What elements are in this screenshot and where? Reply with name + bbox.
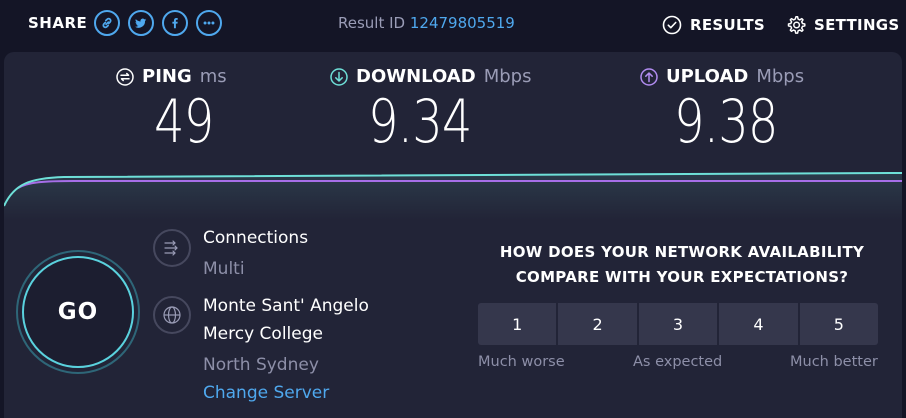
more-icon[interactable] xyxy=(196,10,222,36)
twitter-icon[interactable] xyxy=(128,10,154,36)
rating-option-1[interactable]: 1 xyxy=(478,303,557,345)
connections-title: Connections xyxy=(203,228,309,248)
rating-option-5[interactable]: 5 xyxy=(799,303,879,345)
gear-icon xyxy=(787,16,806,34)
result-id: Result ID 12479805519 xyxy=(338,14,515,32)
upload-value: 9.38 xyxy=(674,87,778,157)
upload-label: UPLOAD xyxy=(666,66,749,87)
settings-label: SETTINGS xyxy=(814,16,900,34)
result-id-link[interactable]: 12479805519 xyxy=(410,14,515,32)
server-name-line1: Monte Sant' Angelo xyxy=(203,296,369,316)
rating-option-2[interactable]: 2 xyxy=(558,303,637,345)
link-icon[interactable] xyxy=(94,10,120,36)
upload-metric: UPLOAD Mbps 9.38 xyxy=(640,66,804,157)
facebook-icon[interactable] xyxy=(162,10,188,36)
change-server-link[interactable]: Change Server xyxy=(203,383,329,403)
scale-low-label: Much worse xyxy=(478,354,565,370)
go-button[interactable]: GO xyxy=(22,256,134,368)
server-location: North Sydney xyxy=(203,355,319,375)
rating-option-3[interactable]: 3 xyxy=(638,303,718,345)
go-button-wrap: GO xyxy=(16,250,140,374)
download-metric: DOWNLOAD Mbps 9.34 xyxy=(330,66,531,157)
connections-icon xyxy=(153,229,191,267)
globe-icon xyxy=(153,296,191,334)
share-label: SHARE xyxy=(28,14,88,32)
rating-scale: 1 2 3 4 5 xyxy=(478,303,879,345)
upload-unit: Mbps xyxy=(756,66,805,87)
speed-graph xyxy=(4,172,902,220)
download-label: DOWNLOAD xyxy=(356,66,476,87)
ping-label: PING xyxy=(142,66,192,87)
results-button[interactable]: RESULTS xyxy=(662,15,765,35)
server-name-line2: Mercy College xyxy=(203,324,323,344)
scale-mid-label: As expected xyxy=(633,354,723,370)
upload-icon xyxy=(640,67,658,86)
download-unit: Mbps xyxy=(483,66,532,87)
result-id-label: Result ID xyxy=(338,14,406,32)
top-bar: SHARE Result ID 12479805519 RESULTS SETT… xyxy=(0,0,906,48)
rating-option-4[interactable]: 4 xyxy=(719,303,798,345)
results-label: RESULTS xyxy=(690,16,765,34)
connections-value: Multi xyxy=(203,259,245,279)
download-value: 9.34 xyxy=(368,87,472,157)
ping-unit: ms xyxy=(199,66,227,87)
ping-metric: PING ms 49 xyxy=(116,66,228,157)
ping-value: 49 xyxy=(154,87,214,157)
ping-icon xyxy=(116,67,134,86)
scale-high-label: Much better xyxy=(790,354,878,370)
settings-button[interactable]: SETTINGS xyxy=(786,15,900,35)
download-icon xyxy=(330,67,348,86)
check-circle-icon xyxy=(662,15,682,35)
survey-question: HOW DOES YOUR NETWORK AVAILABILITY COMPA… xyxy=(499,243,865,286)
result-panel: PING ms 49 DOWNLOAD Mbps 9.34 UPLOAD Mbp… xyxy=(4,52,902,418)
